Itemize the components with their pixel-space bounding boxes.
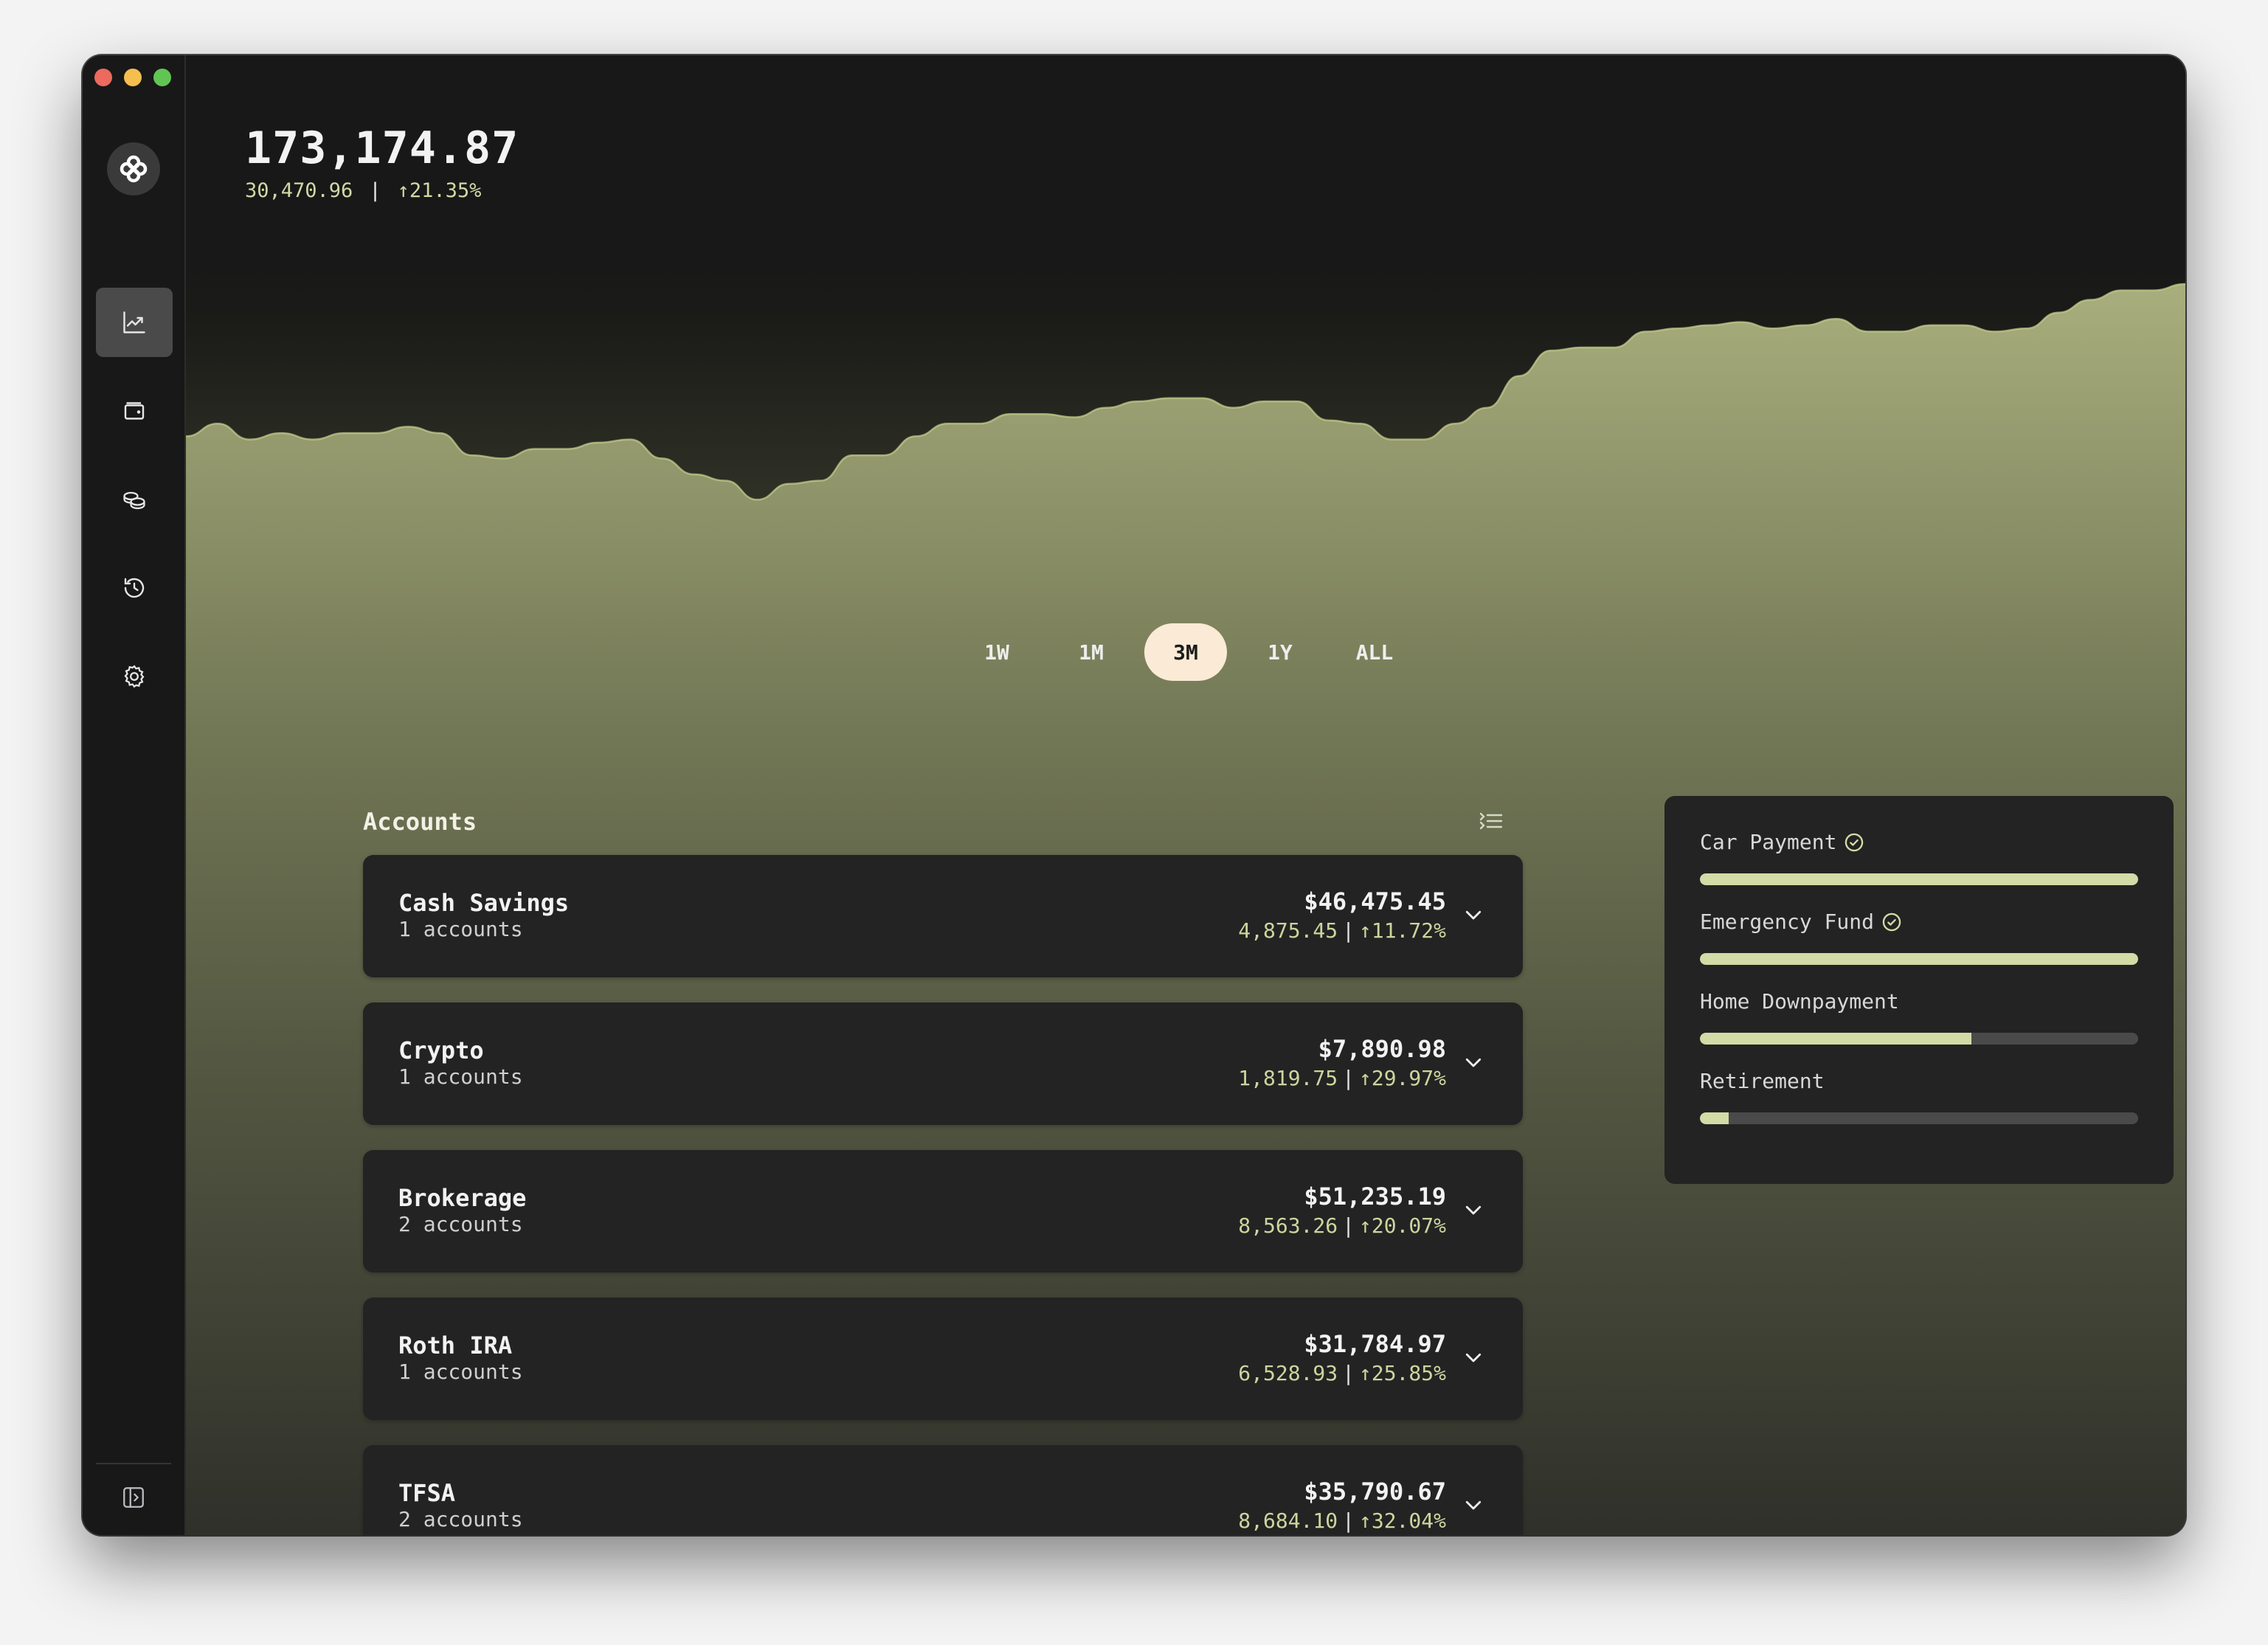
account-change: 4,875.45: [1238, 918, 1338, 943]
account-card[interactable]: Brokerage 2 accounts $51,235.19 8,563.26…: [363, 1150, 1523, 1272]
sidebar-item-history[interactable]: [96, 553, 173, 623]
account-amount: $31,784.97: [1304, 1330, 1446, 1358]
goal-progress-fill: [1700, 1112, 1729, 1124]
portfolio-total: 173,174.87: [245, 122, 519, 174]
chevron-down-icon[interactable]: [1462, 1346, 1484, 1368]
account-card[interactable]: Roth IRA 1 accounts $31,784.97 6,528.93 |…: [363, 1298, 1523, 1420]
account-amount: $7,890.98: [1318, 1035, 1446, 1063]
account-card[interactable]: Cash Savings 1 accounts $46,475.45 4,875…: [363, 855, 1523, 977]
chevron-down-icon[interactable]: [1462, 1494, 1484, 1516]
range-1w-button[interactable]: 1W: [955, 623, 1038, 681]
goal-progress-bar: [1700, 873, 2138, 885]
account-card[interactable]: TFSA 2 accounts $35,790.67 8,684.10 | ↑32.…: [363, 1445, 1523, 1535]
trending-chart-icon: [123, 311, 145, 333]
app-logo[interactable]: [107, 142, 160, 195]
collapse-list-button[interactable]: [1479, 811, 1504, 831]
account-percent: ↑32.04%: [1358, 1509, 1446, 1533]
sidebar-item-performance[interactable]: [96, 288, 173, 357]
separator: |: [1342, 1509, 1355, 1533]
goal-item[interactable]: Home Downpayment: [1700, 989, 2138, 1045]
app-window: 173,174.87 30,470.96 | ↑21.35% 1W 1M 3M …: [83, 55, 2185, 1535]
goal-label: Retirement: [1700, 1069, 1825, 1093]
saving-goals-panel: Car Payment Emergency Fund Home Downpaym…: [1664, 796, 2174, 1184]
portfolio-change-percent: ↑21.35%: [397, 179, 482, 202]
separator: |: [1342, 1066, 1355, 1090]
goal-progress-bar: [1700, 953, 2138, 965]
account-change: 1,819.75: [1238, 1066, 1338, 1090]
check-circle-icon: [1845, 833, 1864, 851]
separator: |: [1342, 1213, 1355, 1238]
window-controls: [94, 69, 171, 86]
chevron-down-icon[interactable]: [1462, 1199, 1484, 1221]
account-name: Crypto: [398, 1036, 484, 1064]
range-1y-button[interactable]: 1Y: [1239, 623, 1321, 681]
account-count: 1 accounts: [398, 917, 523, 941]
chevron-down-icon[interactable]: [1462, 904, 1484, 926]
close-window-button[interactable]: [94, 69, 112, 86]
check-circle-icon: [1882, 912, 1901, 931]
sidebar: [83, 55, 186, 1535]
zoom-window-button[interactable]: [153, 69, 171, 86]
minimize-window-button[interactable]: [124, 69, 142, 86]
separator: |: [1342, 918, 1355, 943]
separator: |: [369, 179, 381, 202]
account-count: 1 accounts: [398, 1064, 523, 1089]
account-change: 8,563.26: [1238, 1213, 1338, 1238]
history-icon: [124, 578, 145, 598]
accounts-title: Accounts: [363, 808, 477, 836]
sidebar-item-wallet[interactable]: [96, 376, 173, 446]
goal-item[interactable]: Retirement: [1700, 1069, 2138, 1124]
gear-icon: [124, 665, 145, 688]
sidebar-toggle-button[interactable]: [115, 1479, 152, 1516]
goal-progress-fill: [1700, 873, 2138, 885]
account-percent: ↑11.72%: [1358, 918, 1446, 943]
portfolio-summary: 173,174.87 30,470.96 | ↑21.35%: [245, 126, 519, 202]
list-collapse-icon: [1479, 812, 1503, 830]
account-count: 2 accounts: [398, 1212, 523, 1236]
clover-logo-icon: [120, 155, 148, 183]
account-count: 2 accounts: [398, 1507, 523, 1531]
wallet-icon: [124, 402, 145, 420]
account-percent: ↑25.85%: [1358, 1361, 1446, 1385]
goal-progress-bar: [1700, 1112, 2138, 1124]
account-name: Cash Savings: [398, 889, 570, 917]
goal-item[interactable]: Car Payment: [1700, 830, 2138, 885]
main-content: 173,174.87 30,470.96 | ↑21.35% 1W 1M 3M …: [186, 55, 2185, 1535]
sidebar-item-settings[interactable]: [96, 642, 173, 711]
account-amount: $46,475.45: [1304, 887, 1446, 915]
separator: |: [1342, 1361, 1355, 1385]
range-1m-button[interactable]: 1M: [1050, 623, 1133, 681]
account-name: TFSA: [398, 1479, 456, 1507]
goal-item[interactable]: Emergency Fund: [1700, 910, 2138, 965]
account-percent: ↑29.97%: [1358, 1066, 1446, 1090]
sidebar-item-coins[interactable]: [96, 465, 173, 534]
goal-progress-bar: [1700, 1033, 2138, 1045]
account-name: Roth IRA: [398, 1331, 513, 1360]
portfolio-change-amount: 30,470.96: [245, 179, 353, 202]
chevron-down-icon[interactable]: [1462, 1051, 1484, 1073]
account-name: Brokerage: [398, 1184, 527, 1212]
goal-label: Home Downpayment: [1700, 989, 1899, 1014]
account-count: 1 accounts: [398, 1360, 523, 1384]
goal-label: Car Payment: [1700, 830, 1837, 854]
range-all-button[interactable]: ALL: [1333, 623, 1416, 681]
goal-progress-fill: [1700, 1033, 1972, 1045]
time-range-selector: 1W 1M 3M 1Y ALL: [186, 623, 2185, 681]
sidebar-divider: [96, 1463, 171, 1464]
account-change: 8,684.10: [1238, 1509, 1338, 1533]
account-amount: $35,790.67: [1304, 1478, 1446, 1506]
range-3m-button[interactable]: 3M: [1144, 623, 1227, 681]
account-amount: $51,235.19: [1304, 1182, 1446, 1211]
goal-progress-fill: [1700, 953, 2138, 965]
account-percent: ↑20.07%: [1358, 1213, 1446, 1238]
sidebar-expand-icon: [123, 1487, 144, 1508]
account-change: 6,528.93: [1238, 1361, 1338, 1385]
coins-icon: [123, 491, 145, 510]
goal-label: Emergency Fund: [1700, 910, 1875, 934]
account-card[interactable]: Crypto 1 accounts $7,890.98 1,819.75 | ↑29…: [363, 1002, 1523, 1125]
